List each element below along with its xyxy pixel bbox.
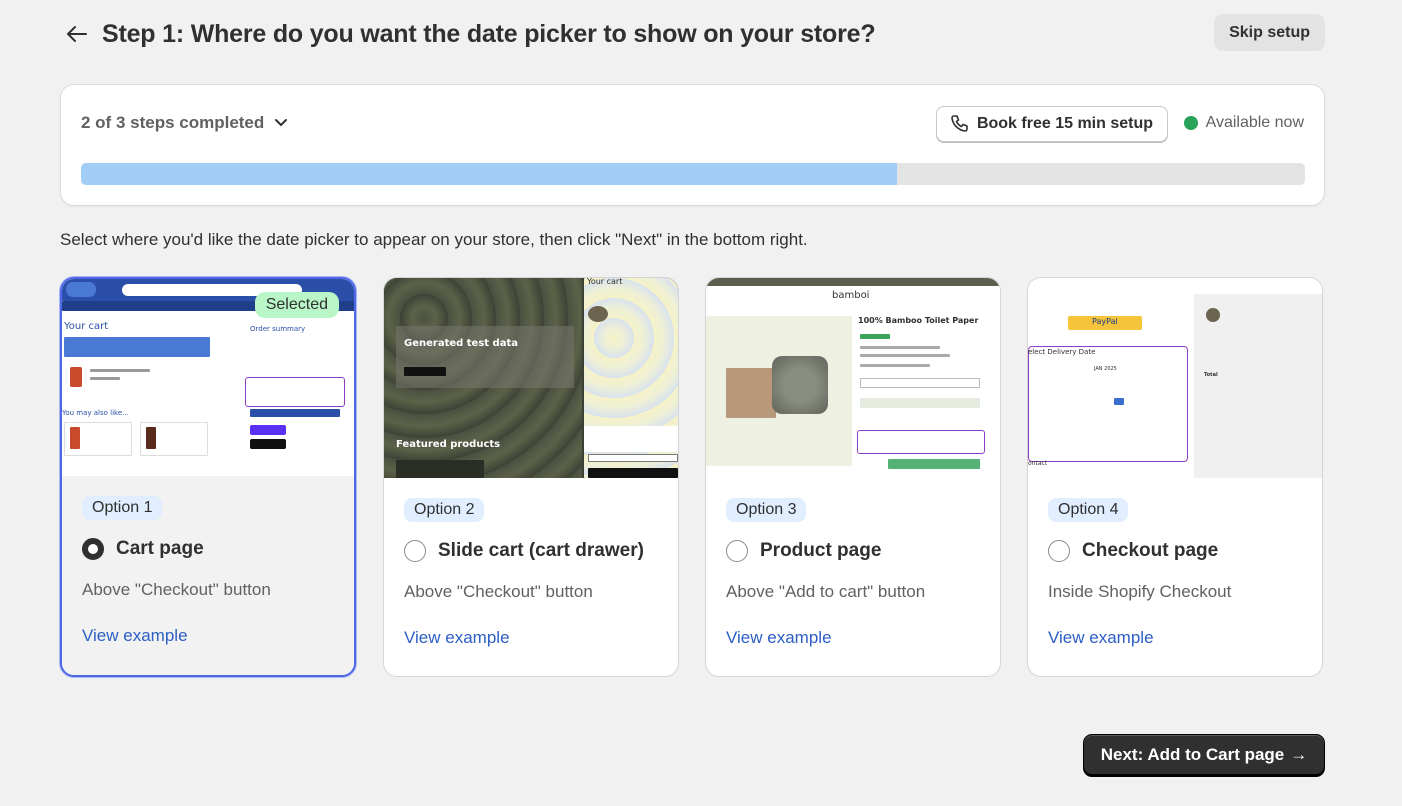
option-title: Product page — [760, 540, 882, 561]
view-example-link[interactable]: View example — [726, 628, 832, 648]
view-example-link[interactable]: View example — [404, 628, 510, 648]
page-header: Step 1: Where do you want the date picke… — [60, 14, 1325, 54]
checkout-page-thumbnail: PayPal elect Delivery Date JAN 2025 Tota… — [1028, 278, 1322, 478]
arrow-right-icon: → — [1290, 744, 1308, 764]
option-card-slide-cart[interactable]: Generated test data Featured products Yo… — [383, 277, 679, 677]
thumb-slide-cart: Your cart — [587, 278, 623, 286]
next-button[interactable]: Next: Add to Cart page → — [1083, 734, 1325, 775]
thumb-month: JAN 2025 — [1094, 366, 1117, 372]
selected-badge: Selected — [254, 292, 339, 318]
radio-icon[interactable] — [726, 540, 748, 562]
option-radio-row[interactable]: Slide cart (cart drawer) — [404, 540, 658, 562]
option-radio-row[interactable]: Cart page — [82, 538, 334, 560]
next-button-label: Next: Add to Cart page — [1100, 744, 1285, 764]
option-title: Slide cart (cart drawer) — [438, 540, 644, 561]
thumb-paypal: PayPal — [1092, 317, 1118, 326]
steps-label: 2 of 3 steps completed — [81, 113, 265, 132]
thumb-featured: Featured products — [396, 439, 501, 450]
slide-cart-thumbnail: Generated test data Featured products Yo… — [384, 278, 678, 478]
option-card-checkout-page[interactable]: PayPal elect Delivery Date JAN 2025 Tota… — [1027, 277, 1323, 677]
book-setup-label: Book free 15 min setup — [976, 115, 1153, 132]
availability-status: Available now — [1183, 114, 1304, 132]
option-radio-row[interactable]: Checkout page — [1048, 540, 1302, 562]
thumb-brand: bamboi — [832, 290, 870, 301]
back-button[interactable] — [60, 17, 94, 51]
option-title: Cart page — [116, 538, 204, 559]
option-badge: Option 1 — [82, 496, 163, 520]
radio-icon[interactable] — [404, 540, 426, 562]
cart-page-thumbnail: Your cart Order summary You may also lik… — [62, 279, 354, 476]
thumb-order-summary: Order summary — [250, 325, 306, 333]
phone-icon — [951, 115, 968, 132]
thumb-product-title: 100% Bamboo Toilet Paper — [858, 316, 979, 325]
option-radio-row[interactable]: Product page — [726, 540, 980, 562]
product-page-thumbnail: bamboi 100% Bamboo Toilet Paper — [706, 278, 1000, 478]
view-example-link[interactable]: View example — [1048, 628, 1154, 648]
option-card-product-page[interactable]: bamboi 100% Bamboo Toilet Paper Option 3… — [705, 277, 1001, 677]
option-card-body: Option 4 Checkout page Inside Shopify Ch… — [1028, 478, 1322, 676]
thumb-cart-heading: Your cart — [64, 321, 109, 332]
radio-icon[interactable] — [1048, 540, 1070, 562]
option-card-cart-page[interactable]: Your cart Order summary You may also lik… — [60, 277, 356, 677]
progress-bar — [81, 163, 1305, 185]
option-description: Inside Shopify Checkout — [1048, 582, 1232, 601]
status-dot — [1183, 116, 1198, 130]
option-card-body: Option 1 Cart page Above "Checkout" butt… — [62, 476, 354, 675]
radio-icon[interactable] — [82, 538, 104, 560]
view-example-link[interactable]: View example — [82, 626, 188, 646]
option-badge: Option 4 — [1048, 498, 1129, 522]
thumb-total: Total — [1204, 372, 1218, 378]
progress-card: 2 of 3 steps completed Book free 15 min … — [60, 84, 1325, 206]
thumb-contact: ontact — [1028, 460, 1048, 467]
option-card-body: Option 3 Product page Above "Add to cart… — [706, 478, 1000, 676]
option-card-body: Option 2 Slide cart (cart drawer) Above … — [384, 478, 678, 676]
skip-setup-button[interactable]: Skip setup — [1214, 14, 1325, 51]
back-arrow-icon — [67, 26, 87, 42]
progress-fill — [81, 163, 898, 185]
instructions-text: Select where you'd like the date picker … — [60, 230, 808, 249]
book-setup-button[interactable]: Book free 15 min setup — [935, 106, 1168, 142]
availability-label: Available now — [1205, 114, 1304, 131]
option-badge: Option 3 — [726, 498, 807, 522]
steps-toggle[interactable]: 2 of 3 steps completed — [81, 113, 288, 133]
option-description: Above "Checkout" button — [404, 582, 593, 601]
thumb-also-like: You may also like... — [62, 409, 129, 417]
option-description: Above "Add to cart" button — [726, 582, 926, 601]
option-description: Above "Checkout" button — [82, 580, 271, 599]
page-title: Step 1: Where do you want the date picke… — [102, 19, 876, 48]
thumb-delivery: elect Delivery Date — [1028, 348, 1096, 356]
chevron-down-icon — [275, 119, 288, 127]
thumb-hero-title: Generated test data — [404, 338, 518, 349]
option-title: Checkout page — [1082, 540, 1219, 561]
option-badge: Option 2 — [404, 498, 485, 522]
